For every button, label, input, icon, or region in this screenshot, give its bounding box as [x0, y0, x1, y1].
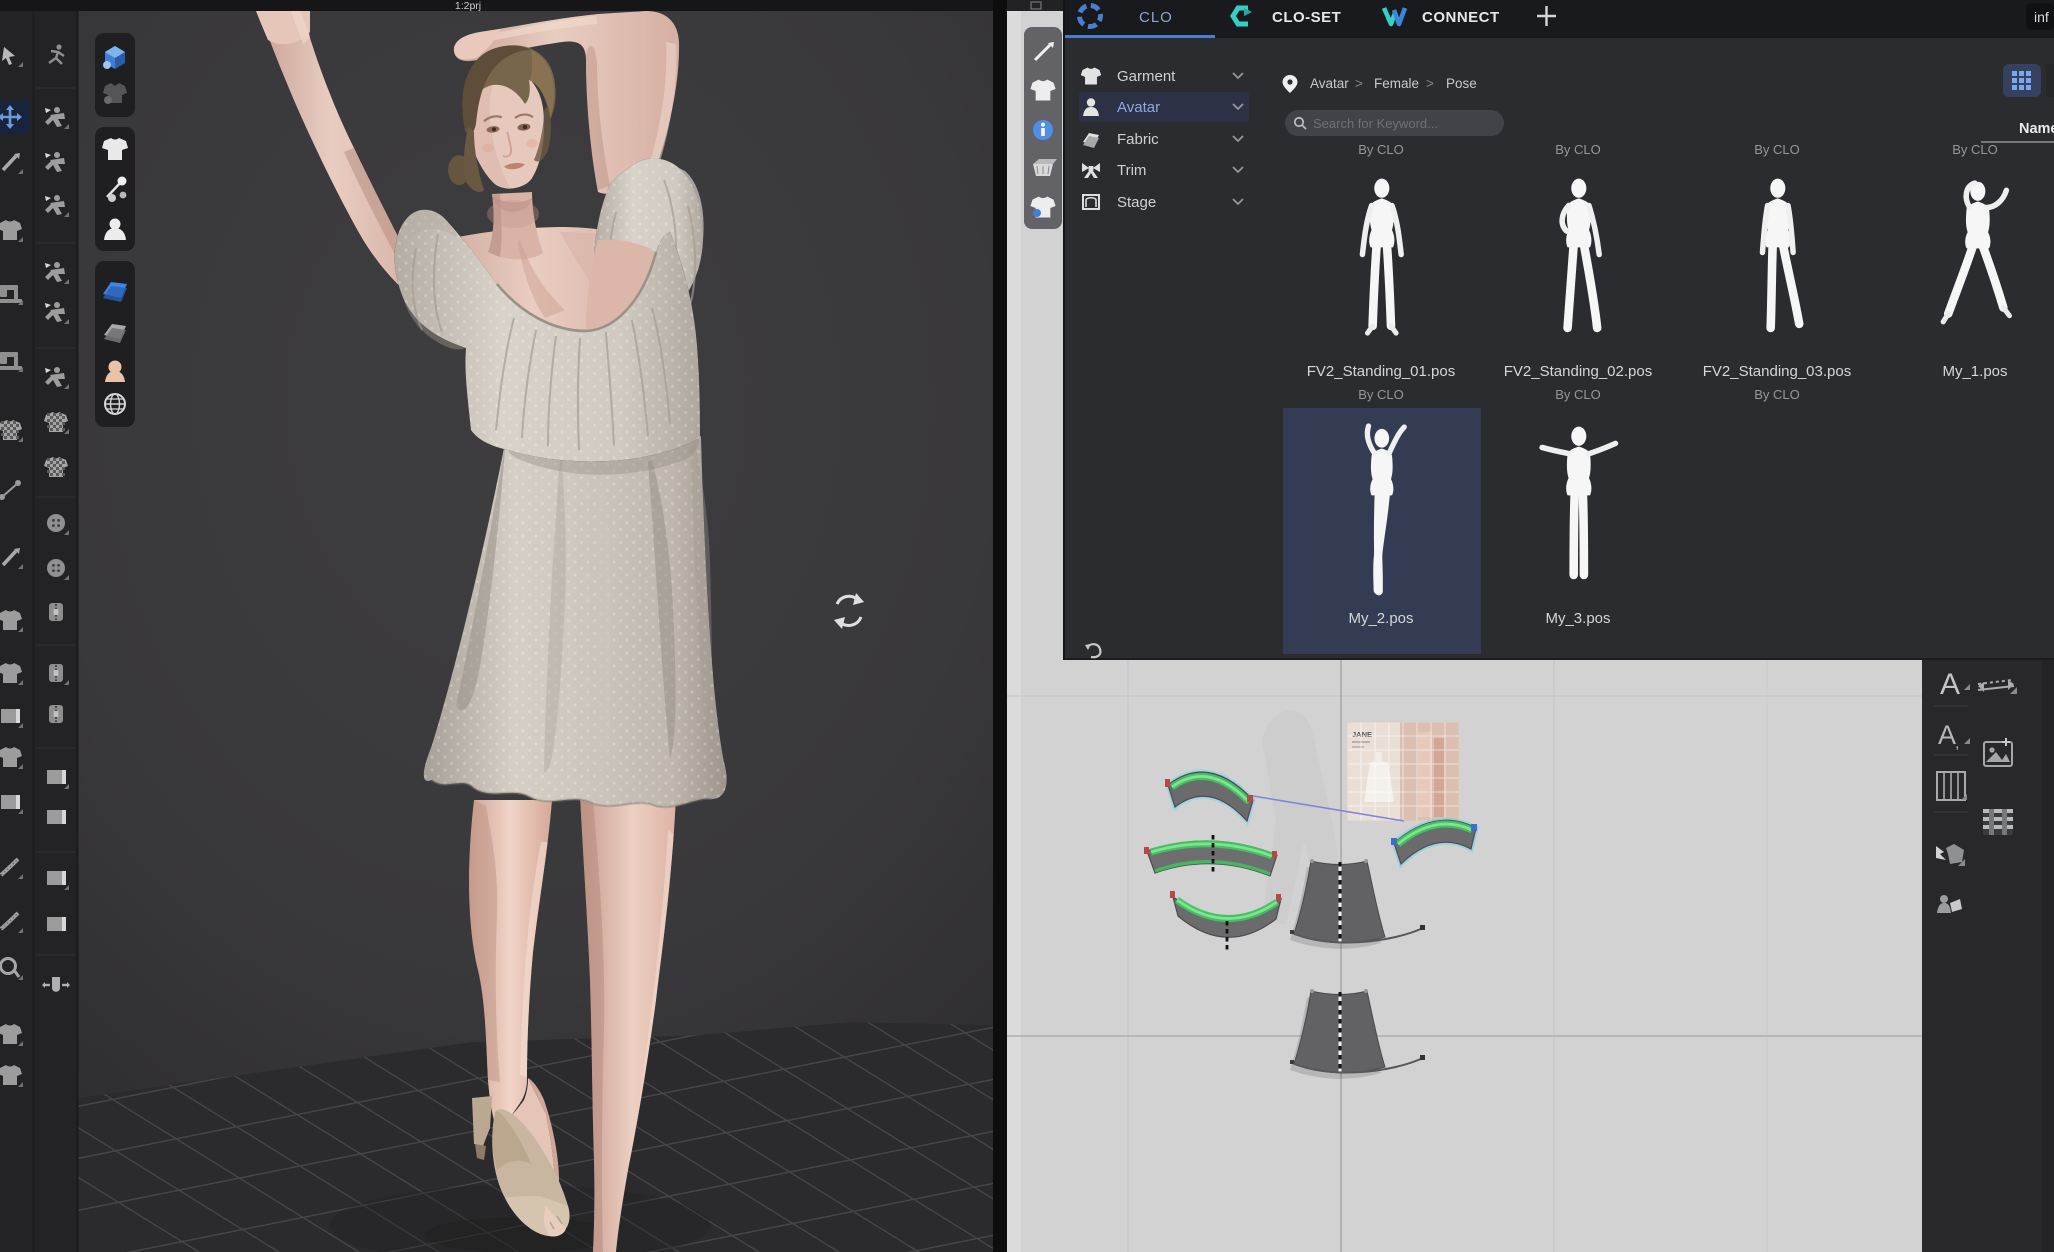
svg-text:FV2_Standing_03.pos: FV2_Standing_03.pos [1703, 363, 1851, 380]
svg-text:By CLO: By CLO [1754, 142, 1800, 157]
svg-text:>: > [1426, 76, 1434, 91]
svg-text:My_3.pos: My_3.pos [1545, 610, 1610, 627]
svg-text:Stage: Stage [1117, 194, 1156, 211]
svg-text:By CLO: By CLO [1358, 387, 1404, 402]
svg-text:Avatar: Avatar [1310, 76, 1349, 91]
svg-text:Trim: Trim [1117, 162, 1146, 179]
svg-text:Name: Name [2019, 121, 2054, 137]
svg-text:Avatar: Avatar [1117, 99, 1160, 116]
svg-text:CONNECT: CONNECT [1422, 9, 1500, 26]
svg-text:By CLO: By CLO [1952, 142, 1998, 157]
svg-text:By CLO: By CLO [1358, 142, 1404, 157]
svg-text:By CLO: By CLO [1555, 142, 1601, 157]
svg-text:FV2_Standing_01.pos: FV2_Standing_01.pos [1307, 363, 1455, 380]
svg-text:Pose: Pose [1446, 76, 1477, 91]
svg-text:Fabric: Fabric [1117, 131, 1159, 148]
svg-text:My_2.pos: My_2.pos [1348, 610, 1413, 627]
svg-text:By CLO: By CLO [1754, 387, 1800, 402]
svg-text:A: A [1940, 668, 1960, 701]
svg-text:A: A [1938, 720, 1956, 750]
svg-text:CLO-SET: CLO-SET [1272, 9, 1341, 26]
svg-text:JANE: JANE [1352, 730, 1372, 739]
svg-text:Search for Keyword...: Search for Keyword... [1313, 116, 1438, 131]
svg-text:1:2prj: 1:2prj [455, 0, 481, 12]
svg-text:CLO: CLO [1139, 9, 1173, 26]
svg-text:My_1.pos: My_1.pos [1942, 363, 2007, 380]
svg-text:By CLO: By CLO [1555, 387, 1601, 402]
svg-text:,: , [1955, 735, 1959, 752]
svg-text:inf: inf [2034, 9, 2049, 25]
svg-text:FV2_Standing_02.pos: FV2_Standing_02.pos [1504, 363, 1652, 380]
svg-text:>: > [1355, 76, 1363, 91]
svg-text:Garment: Garment [1117, 68, 1176, 85]
svg-text:Female: Female [1374, 76, 1419, 91]
